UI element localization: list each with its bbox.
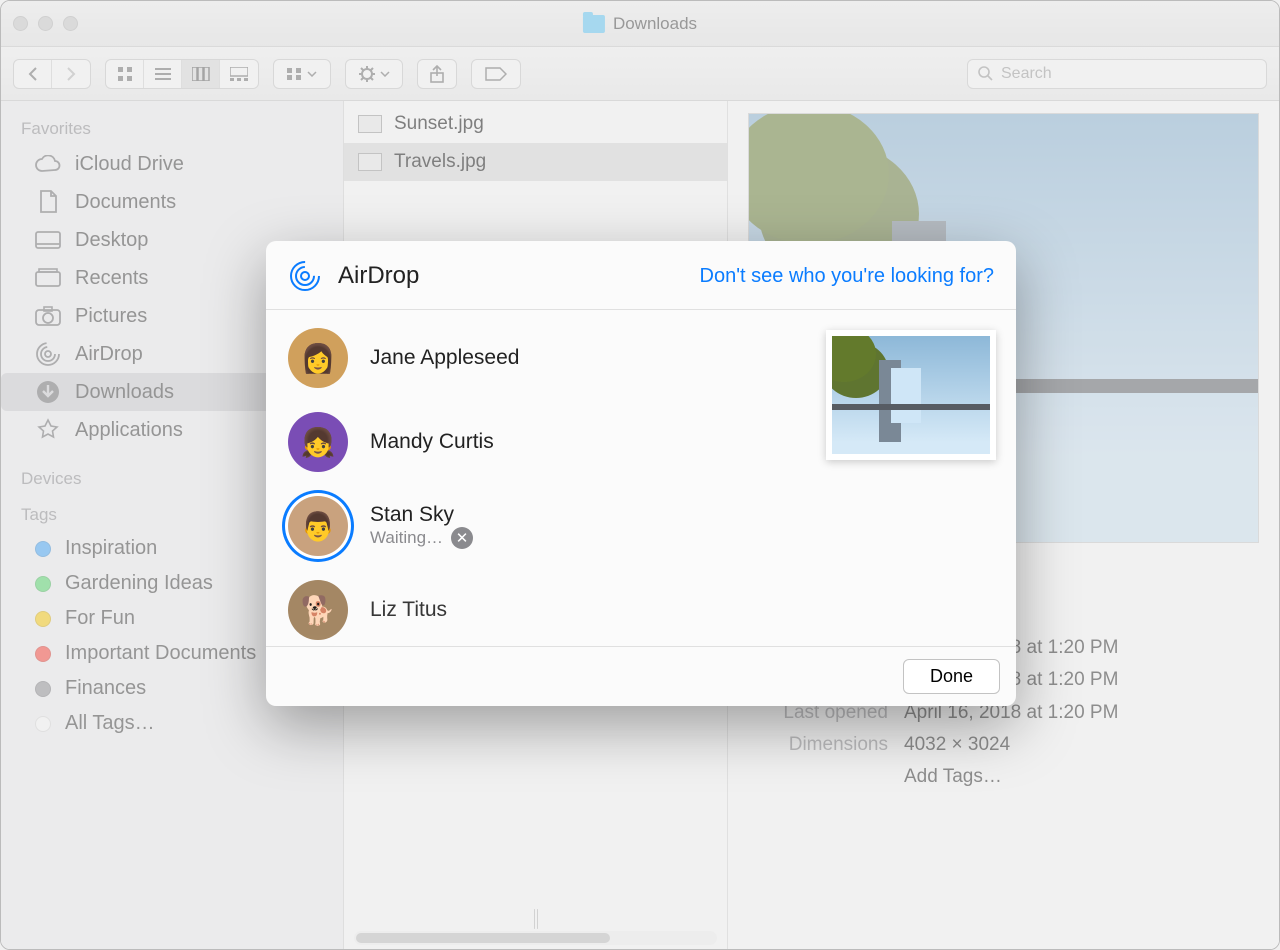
tag-dot-icon: [35, 541, 51, 557]
preview-dimensions: 4032 × 3024: [904, 729, 1010, 761]
tag-dot-icon: [35, 576, 51, 592]
share-thumbnail: [826, 330, 996, 460]
minimize-window-button[interactable]: [38, 16, 53, 31]
tag-dot-icon: [35, 646, 51, 662]
tag-dot-icon: [35, 611, 51, 627]
back-button[interactable]: [14, 60, 52, 88]
window-title: Downloads: [613, 14, 697, 34]
folder-icon: [583, 15, 605, 33]
traffic-lights: [13, 16, 78, 31]
image-file-icon: [358, 153, 382, 171]
recipient[interactable]: 👧 Mandy Curtis: [266, 400, 806, 484]
airdrop-icon: [35, 341, 61, 367]
recipient[interactable]: 👨 Stan Sky Waiting…✕: [266, 484, 806, 568]
desktop-icon: [35, 227, 61, 253]
applications-icon: [35, 417, 61, 443]
column-resize-handle[interactable]: [534, 909, 538, 929]
view-group: [105, 59, 259, 89]
add-tags-link[interactable]: Add Tags…: [904, 761, 1002, 793]
tag-dot-icon: [35, 681, 51, 697]
file-row[interactable]: Sunset.jpg: [344, 105, 727, 143]
sidebar-item-documents[interactable]: Documents: [1, 183, 343, 221]
file-row[interactable]: Travels.jpg: [344, 143, 727, 181]
recipient[interactable]: 👩 Jane Appleseed: [266, 316, 806, 400]
documents-icon: [35, 189, 61, 215]
avatar: 👩: [288, 328, 348, 388]
recipient[interactable]: 🐕 Liz Titus: [266, 568, 806, 646]
avatar: 🐕: [288, 580, 348, 640]
image-file-icon: [358, 115, 382, 133]
cancel-send-button[interactable]: ✕: [451, 527, 473, 549]
horizontal-scrollbar[interactable]: [354, 931, 717, 945]
recipient-status: Waiting…: [370, 528, 443, 548]
recents-icon: [35, 265, 61, 291]
avatar: 👧: [288, 412, 348, 472]
zoom-window-button[interactable]: [63, 16, 78, 31]
pictures-icon: [35, 303, 61, 329]
list-view-button[interactable]: [144, 60, 182, 88]
airdrop-icon: [288, 259, 322, 293]
gallery-view-button[interactable]: [220, 60, 258, 88]
airdrop-help-link[interactable]: Don't see who you're looking for?: [700, 265, 994, 288]
tags-button[interactable]: [471, 59, 521, 89]
action-button[interactable]: [345, 59, 403, 89]
tag-dot-icon: [35, 716, 51, 732]
nav-group: [13, 59, 91, 89]
done-button[interactable]: Done: [903, 659, 1000, 694]
search-field[interactable]: Search: [967, 59, 1267, 89]
group-by[interactable]: [273, 59, 331, 89]
column-view-button[interactable]: [182, 60, 220, 88]
sheet-title: AirDrop: [338, 262, 419, 290]
close-window-button[interactable]: [13, 16, 28, 31]
avatar: 👨: [288, 496, 348, 556]
recipient-list: 👩 Jane Appleseed 👧 Mandy Curtis 👨 Stan S…: [266, 310, 806, 646]
forward-button[interactable]: [52, 60, 90, 88]
cloud-icon: [35, 151, 61, 177]
sidebar-section-favorites: Favorites: [1, 113, 343, 145]
titlebar: Downloads: [1, 1, 1279, 47]
download-icon: [35, 379, 61, 405]
sidebar-tag-all[interactable]: All Tags…: [1, 706, 343, 741]
share-button[interactable]: [417, 59, 457, 89]
toolbar: Search: [1, 47, 1279, 101]
airdrop-sheet: AirDrop Don't see who you're looking for…: [266, 241, 1016, 706]
sidebar-item-icloud[interactable]: iCloud Drive: [1, 145, 343, 183]
finder-window: Downloads Search Favorite: [0, 0, 1280, 950]
icon-view-button[interactable]: [106, 60, 144, 88]
search-placeholder: Search: [1001, 65, 1052, 83]
search-icon: [978, 66, 993, 81]
